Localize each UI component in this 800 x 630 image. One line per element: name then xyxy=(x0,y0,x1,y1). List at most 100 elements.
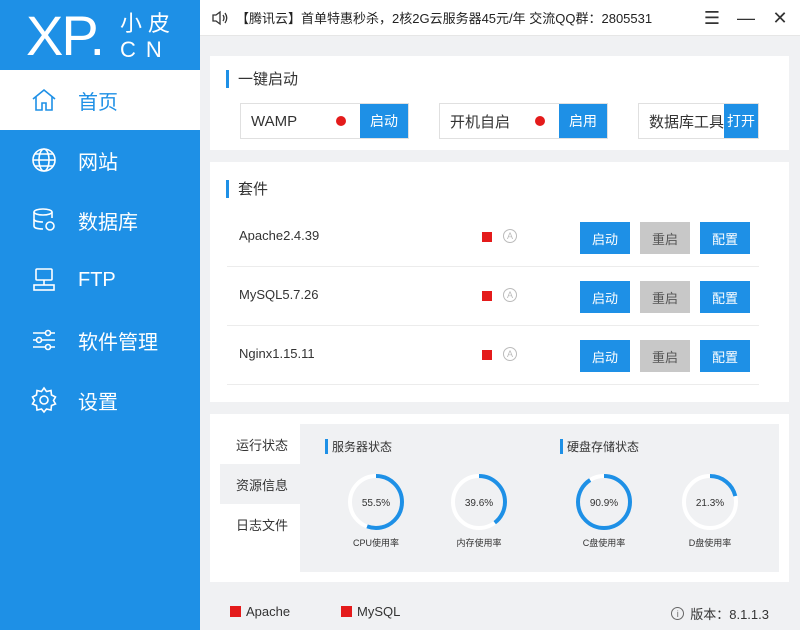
suite-name: Apache2.4.39 xyxy=(239,228,320,243)
ftp-icon xyxy=(33,268,55,291)
sidebar-item-label: 首页 xyxy=(78,91,118,114)
suite-row-apache: Apache2.4.39 A 启动 重启 配置 xyxy=(227,208,759,267)
sidebar-item-ftp[interactable]: FTP xyxy=(0,250,200,310)
bottom-bar: Apache MySQL i 版本：8.1.1.3 xyxy=(210,592,789,630)
globe-icon xyxy=(32,148,56,172)
wamp-label: WAMP xyxy=(251,112,298,130)
start-button[interactable]: 启动 xyxy=(580,222,630,254)
gauge-label: C盘使用率 xyxy=(582,538,626,548)
gauge-label: CPU使用率 xyxy=(352,538,399,548)
restart-button[interactable]: 重启 xyxy=(640,281,690,313)
tab-log-files[interactable]: 日志文件 xyxy=(220,504,300,544)
gauge-ring: 21.3% xyxy=(682,474,738,530)
config-button[interactable]: 配置 xyxy=(700,340,750,372)
status-panel: 运行状态 资源信息 日志文件 服务器状态 硬盘存储状态 55.5% CPU使用率… xyxy=(210,414,789,582)
cpu-gauge: 55.5% CPU使用率 xyxy=(336,472,416,549)
status-square xyxy=(230,606,241,617)
sidebar-item-label: 设置 xyxy=(78,391,118,414)
disk-status-title: 硬盘存储状态 xyxy=(560,438,639,455)
start-button[interactable]: 启动 xyxy=(580,340,630,372)
gauge-value: 55.5% xyxy=(362,498,390,509)
logo-main: XP. xyxy=(26,4,105,67)
database-icon xyxy=(33,208,55,231)
minimize-icon[interactable]: — xyxy=(736,6,756,30)
speaker-icon xyxy=(212,10,228,25)
start-button[interactable]: 启动 xyxy=(580,281,630,313)
legend-label: MySQL xyxy=(357,604,401,619)
gauge-label: D盘使用率 xyxy=(688,538,732,548)
panel-title: 一键启动 xyxy=(226,68,298,89)
gear-icon xyxy=(31,386,57,414)
d-drive-gauge: 21.3% D盘使用率 xyxy=(670,472,750,549)
menu-icon[interactable]: ☰ xyxy=(702,6,722,30)
sidebar-item-software[interactable]: 软件管理 xyxy=(0,310,200,370)
sidebar-item-label: FTP xyxy=(78,268,116,291)
sidebar-item-label: 软件管理 xyxy=(78,331,158,354)
status-tabs: 运行状态 资源信息 日志文件 xyxy=(220,424,300,572)
restart-button[interactable]: 重启 xyxy=(640,222,690,254)
dbtool-open-button[interactable]: 打开 xyxy=(724,104,758,138)
dbtool-label: 数据库工具 xyxy=(649,113,725,131)
gauge-value: 90.9% xyxy=(590,498,618,509)
status-square xyxy=(482,232,492,242)
restart-button[interactable]: 重启 xyxy=(640,340,690,372)
topbar: 【腾讯云】首单特惠秒杀，2核2G云服务器45元/年 交流QQ群：2805531 … xyxy=(200,0,800,36)
legend-label: Apache xyxy=(246,604,291,619)
logo: XP. 小皮 CN xyxy=(24,6,194,66)
c-drive-gauge: 90.9% C盘使用率 xyxy=(564,472,644,549)
suite-row-nginx: Nginx1.15.11 A 启动 重启 配置 xyxy=(227,326,759,385)
sidebar-nav: 首页 网站 数据库 FTP 软件管理 设置 xyxy=(0,70,200,430)
window-controls: ☰ — ✕ xyxy=(702,6,790,30)
wamp-start-button[interactable]: 启动 xyxy=(360,104,408,138)
suite-name: MySQL5.7.26 xyxy=(239,287,319,302)
gauge-value: 39.6% xyxy=(465,498,493,509)
dbtool-control: 数据库工具 打开 xyxy=(638,103,759,139)
sliders-icon xyxy=(33,329,55,351)
sidebar-item-website[interactable]: 网站 xyxy=(0,130,200,190)
logo-cn: CN xyxy=(120,37,172,62)
suite-row-mysql: MySQL5.7.26 A 启动 重启 配置 xyxy=(227,267,759,326)
gauge-ring: 55.5% xyxy=(348,474,404,530)
status-square xyxy=(482,291,492,301)
tab-running-status[interactable]: 运行状态 xyxy=(220,424,300,464)
autostart-label: 开机自启 xyxy=(450,113,511,131)
sidebar-item-home[interactable]: 首页 xyxy=(0,70,200,130)
suite-name: Nginx1.15.11 xyxy=(239,346,315,361)
sidebar-item-label: 数据库 xyxy=(78,211,138,234)
wamp-control: WAMP 启动 xyxy=(240,103,409,139)
panel-title: 套件 xyxy=(226,178,268,199)
home-icon xyxy=(32,88,56,111)
sidebar-item-label: 网站 xyxy=(78,151,118,174)
autostart-icon[interactable]: A xyxy=(503,288,517,302)
config-button[interactable]: 配置 xyxy=(700,222,750,254)
server-status-title: 服务器状态 xyxy=(325,438,392,455)
status-square xyxy=(482,350,492,360)
autostart-control: 开机自启 启用 xyxy=(439,103,608,139)
autostart-enable-button[interactable]: 启用 xyxy=(559,104,607,138)
gauge-ring: 90.9% xyxy=(576,474,632,530)
status-dot xyxy=(336,116,346,126)
sidebar-item-settings[interactable]: 设置 xyxy=(0,370,200,430)
gauge-label: 内存使用率 xyxy=(456,538,502,548)
tab-resource-info[interactable]: 资源信息 xyxy=(220,464,300,504)
sidebar: XP. 小皮 CN 首页 网站 数据库 FTP 软件管理 设置 xyxy=(0,0,200,630)
notice-text[interactable]: 【腾讯云】首单特惠秒杀，2核2G云服务器45元/年 交流QQ群：2805531 xyxy=(236,8,652,27)
status-dot xyxy=(535,116,545,126)
version-info: i 版本：8.1.1.3 xyxy=(671,604,769,623)
info-icon: i xyxy=(671,607,685,620)
quick-start-panel: 一键启动 WAMP 启动 开机自启 启用 数据库工具 打开 xyxy=(210,56,789,150)
close-icon[interactable]: ✕ xyxy=(770,6,790,30)
status-square xyxy=(341,606,352,617)
config-button[interactable]: 配置 xyxy=(700,281,750,313)
status-area: 服务器状态 硬盘存储状态 55.5% CPU使用率 39.6% 内存使用率 90… xyxy=(300,424,779,572)
gauge-ring: 39.6% xyxy=(451,474,507,530)
autostart-icon[interactable]: A xyxy=(503,229,517,243)
autostart-icon[interactable]: A xyxy=(503,347,517,361)
gauge-value: 21.3% xyxy=(696,498,724,509)
memory-gauge: 39.6% 内存使用率 xyxy=(439,472,519,549)
suites-panel: 套件 Apache2.4.39 A 启动 重启 配置 MySQL5.7.26 A… xyxy=(210,162,789,402)
legend-mysql: MySQL xyxy=(341,604,400,619)
logo-small: 小皮 xyxy=(120,11,177,36)
sidebar-item-database[interactable]: 数据库 xyxy=(0,190,200,250)
legend-apache: Apache xyxy=(230,604,290,619)
